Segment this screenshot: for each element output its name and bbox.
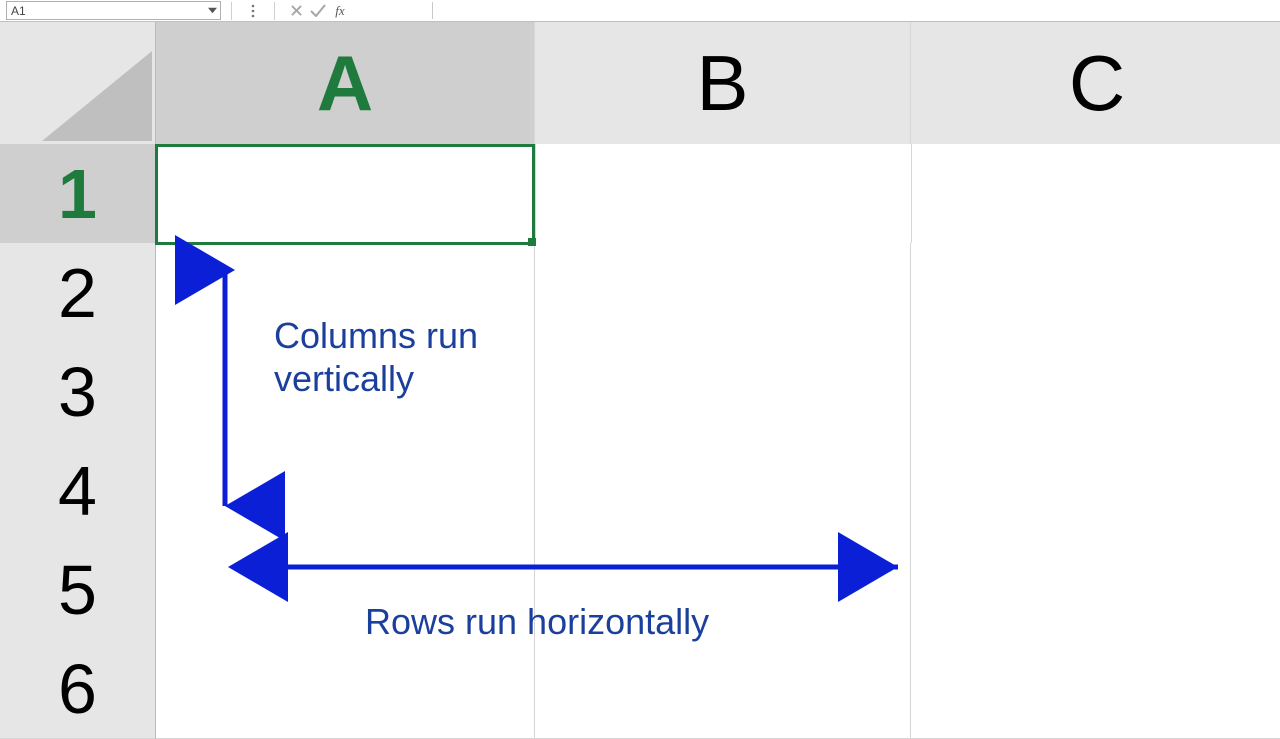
row-header-2[interactable]: 2 bbox=[0, 243, 156, 343]
enter-button[interactable] bbox=[307, 2, 329, 20]
cell-c6[interactable] bbox=[911, 639, 1280, 739]
select-all-triangle-icon bbox=[42, 51, 152, 141]
column-header-label: A bbox=[317, 38, 373, 129]
formula-input[interactable] bbox=[432, 2, 1276, 19]
row-header-label: 3 bbox=[58, 352, 97, 432]
row-header-label: 2 bbox=[58, 253, 97, 333]
grid-row: 6 bbox=[0, 639, 1280, 738]
spreadsheet-grid: A B C 1 2 3 4 5 bbox=[0, 22, 1280, 720]
row-header-3[interactable]: 3 bbox=[0, 342, 156, 442]
cell-b5[interactable] bbox=[535, 540, 911, 640]
kebab-icon bbox=[251, 4, 255, 18]
grid-row: 2 bbox=[0, 243, 1280, 342]
column-header-a[interactable]: A bbox=[156, 22, 535, 146]
row-header-label: 6 bbox=[58, 649, 97, 729]
cell-b4[interactable] bbox=[535, 441, 911, 541]
formula-bar: A1 fx bbox=[0, 0, 1280, 22]
name-box-value: A1 bbox=[11, 4, 26, 18]
cell-b6[interactable] bbox=[535, 639, 911, 739]
grid-row: 1 bbox=[0, 144, 1280, 243]
close-icon bbox=[291, 5, 302, 16]
cancel-button[interactable] bbox=[285, 2, 307, 20]
insert-function-button[interactable]: fx bbox=[329, 2, 351, 20]
grid-row: 4 bbox=[0, 441, 1280, 540]
select-all-corner[interactable] bbox=[0, 22, 156, 145]
cell-b1[interactable] bbox=[536, 144, 912, 244]
more-options-button[interactable] bbox=[242, 2, 264, 20]
row-header-label: 4 bbox=[58, 451, 97, 531]
separator bbox=[274, 2, 275, 20]
cell-a3[interactable] bbox=[156, 342, 535, 442]
column-header-b[interactable]: B bbox=[535, 22, 911, 145]
row-header-1[interactable]: 1 bbox=[0, 144, 157, 244]
cell-b2[interactable] bbox=[535, 243, 911, 343]
grid-rows: 1 2 3 4 5 6 bbox=[0, 144, 1280, 738]
cell-c5[interactable] bbox=[911, 540, 1280, 640]
grid-row: 3 bbox=[0, 342, 1280, 441]
grid-row: 5 bbox=[0, 540, 1280, 639]
chevron-down-icon bbox=[208, 6, 217, 15]
column-header-label: B bbox=[696, 38, 748, 129]
cell-a1[interactable] bbox=[157, 144, 536, 244]
row-header-5[interactable]: 5 bbox=[0, 540, 156, 640]
cell-c4[interactable] bbox=[911, 441, 1280, 541]
cell-c1[interactable] bbox=[912, 144, 1280, 244]
check-icon bbox=[310, 4, 326, 17]
row-header-6[interactable]: 6 bbox=[0, 639, 156, 739]
column-header-label: C bbox=[1069, 38, 1125, 129]
cell-b3[interactable] bbox=[535, 342, 911, 442]
row-header-4[interactable]: 4 bbox=[0, 441, 156, 541]
separator bbox=[231, 2, 232, 20]
cell-a6[interactable] bbox=[156, 639, 535, 739]
cell-c2[interactable] bbox=[911, 243, 1280, 343]
column-headers: A B C bbox=[0, 22, 1280, 144]
cell-c3[interactable] bbox=[911, 342, 1280, 442]
cell-a4[interactable] bbox=[156, 441, 535, 541]
column-header-c[interactable]: C bbox=[911, 22, 1280, 145]
row-header-label: 5 bbox=[58, 550, 97, 630]
row-header-label: 1 bbox=[58, 154, 97, 234]
name-box[interactable]: A1 bbox=[6, 1, 221, 20]
cell-a5[interactable] bbox=[156, 540, 535, 640]
fx-label: fx bbox=[335, 3, 344, 19]
cell-a2[interactable] bbox=[156, 243, 535, 343]
